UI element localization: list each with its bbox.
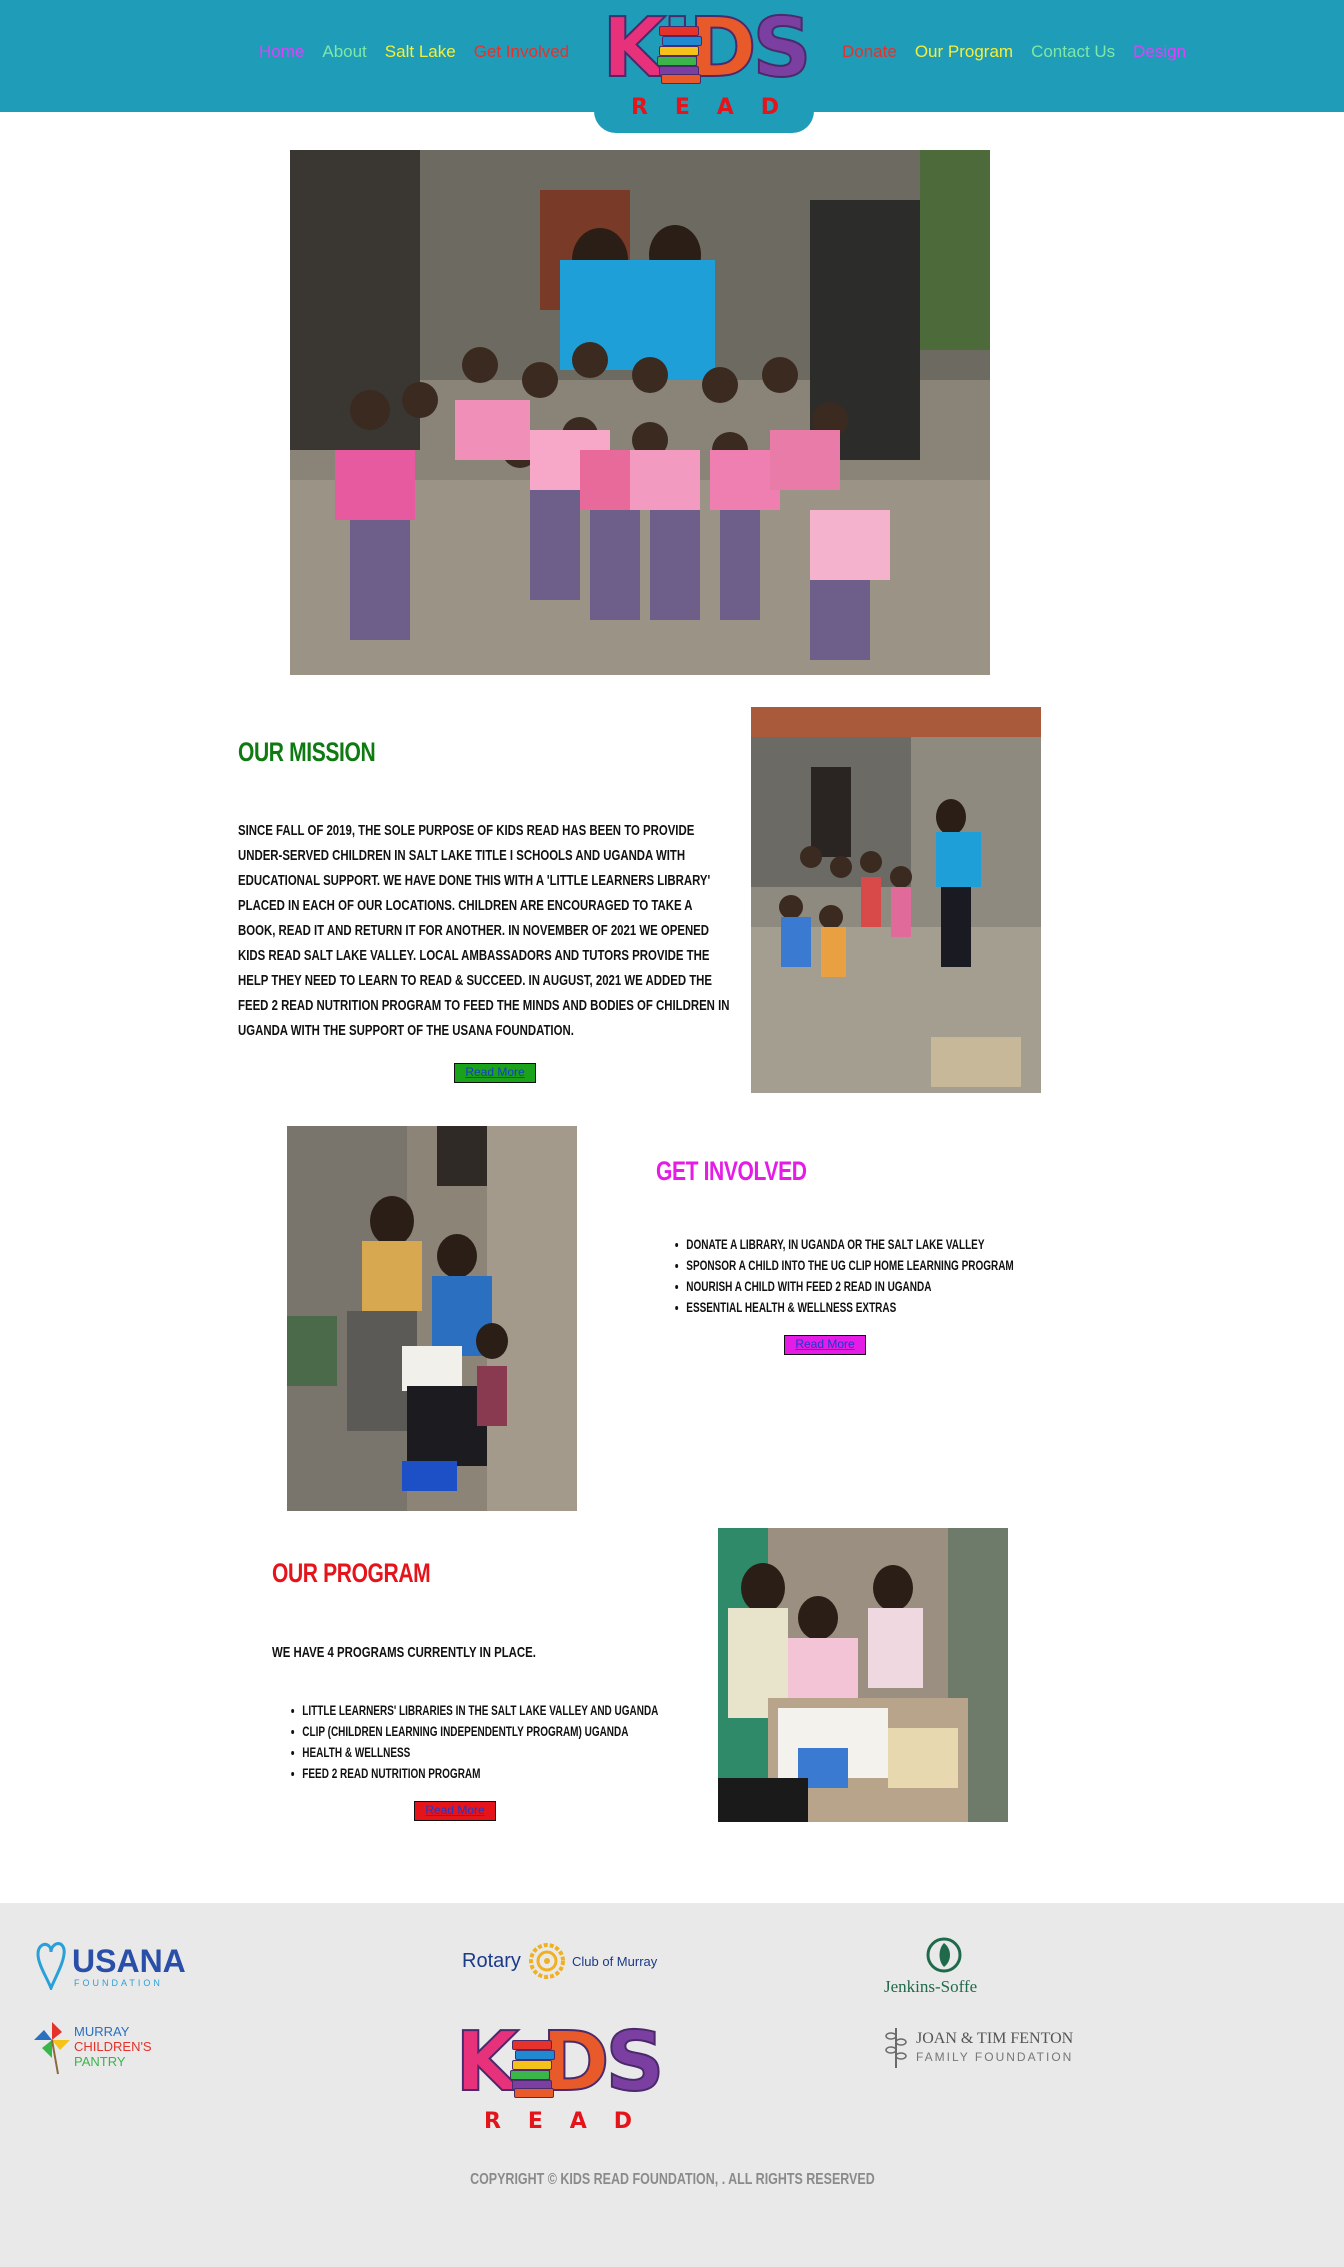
copyright-label: Copyright © Kids Read Foundation, . All …	[469, 2171, 875, 2188]
jenkins-name: Jenkins-Soffe	[884, 1977, 978, 1996]
hero-photo	[290, 150, 990, 675]
nav-get-involved[interactable]: Get Involved	[474, 42, 569, 62]
program-list: Little Learners' Libraries in the Salt L…	[286, 1700, 658, 1784]
leaf-emblem-icon	[926, 1937, 962, 1973]
involved-photo	[287, 1126, 577, 1511]
murray-line1: MURRAY	[74, 2024, 130, 2039]
nav-design[interactable]: Design	[1133, 42, 1186, 62]
program-heading: OUR PROGRAM	[272, 1558, 431, 1588]
mission-read-more-button[interactable]: Read More	[454, 1063, 536, 1083]
murray-line2: CHILDREN'S	[74, 2039, 152, 2054]
involved-list: Donate a library, in Uganda or the Salt …	[670, 1234, 1013, 1318]
list-item: Little Learners' Libraries in the Salt L…	[302, 1700, 658, 1721]
footer-logo-read-text: READ	[484, 2109, 632, 2134]
logo-read-text: READ	[631, 95, 779, 120]
nav-left: Home About Salt Lake Get Involved	[259, 42, 569, 62]
nav-contact-us[interactable]: Contact Us	[1031, 42, 1115, 62]
program-read-more-button[interactable]: Read More	[414, 1801, 496, 1821]
nav-home[interactable]: Home	[259, 42, 304, 62]
nav-about[interactable]: About	[322, 42, 366, 62]
rotary-sub: Club of Murray	[572, 1954, 658, 1969]
list-item: Essential Health & Wellness Extras	[686, 1297, 1013, 1318]
list-item: Donate a library, in Uganda or the Salt …	[686, 1234, 1013, 1255]
fenton-line1: JOAN & TIM FENTON	[916, 2030, 1074, 2047]
usana-name: USANA	[72, 1943, 186, 1979]
murray-line3: PANTRY	[74, 2054, 126, 2069]
list-item: Sponsor a child into the UG CLIP Home Le…	[686, 1255, 1013, 1276]
program-photo	[718, 1528, 1008, 1822]
nav-right: Donate Our Program Contact Us Design	[842, 42, 1186, 62]
program-intro: We have 4 programs currently in place.	[272, 1644, 536, 1661]
mission-photo	[751, 707, 1041, 1093]
sprig-icon	[885, 2028, 907, 2068]
footer-kids-read-logo[interactable]: KIDS READ	[454, 2015, 665, 2136]
book-stack-icon	[510, 2040, 555, 2098]
rotary-wheel-icon	[529, 1943, 565, 1979]
list-item: CLIP (Children Learning Independently Pr…	[302, 1721, 658, 1742]
mission-text: Since Fall of 2019, the sole purpose of …	[238, 822, 730, 1039]
footer-logo-word: KIDS	[454, 2015, 665, 2110]
heart-icon	[36, 1942, 66, 1990]
rotary-name: Rotary	[462, 1950, 521, 1972]
copyright-text: Copyright © Kids Read Foundation, . All …	[0, 2171, 1344, 2189]
book-stack-icon	[657, 26, 702, 84]
involved-heading: GET INVOLVED	[656, 1156, 807, 1186]
usana-sub: FOUNDATION	[74, 1978, 163, 1988]
murray-childrens-pantry-logo[interactable]: MURRAY CHILDREN'S PANTRY	[32, 2020, 172, 2078]
jenkins-soffe-logo[interactable]: Jenkins-Soffe	[884, 1935, 1014, 1999]
mission-heading: OUR MISSION	[238, 737, 376, 767]
usana-foundation-logo[interactable]: USANA FOUNDATION	[36, 1940, 186, 1996]
nav-salt-lake[interactable]: Salt Lake	[385, 42, 456, 62]
list-item: Nourish a child with Feed 2 Read in Ugan…	[686, 1276, 1013, 1297]
involved-read-more-button[interactable]: Read More	[784, 1335, 866, 1355]
logo-word: KIDS	[601, 1, 812, 96]
kids-read-logo[interactable]: KIDS READ	[601, 1, 812, 122]
fenton-line2: FAMILY FOUNDATION	[916, 2050, 1074, 2064]
nav-our-program[interactable]: Our Program	[915, 42, 1013, 62]
nav-donate[interactable]: Donate	[842, 42, 897, 62]
pinwheel-icon	[34, 2022, 70, 2075]
list-item: Feed 2 Read Nutrition Program	[302, 1763, 658, 1784]
rotary-club-logo[interactable]: Rotary Club of Murray	[462, 1942, 682, 1982]
list-item: Health & Wellness	[302, 1742, 658, 1763]
fenton-family-foundation-logo[interactable]: JOAN & TIM FENTON FAMILY FOUNDATION	[884, 2024, 1094, 2072]
